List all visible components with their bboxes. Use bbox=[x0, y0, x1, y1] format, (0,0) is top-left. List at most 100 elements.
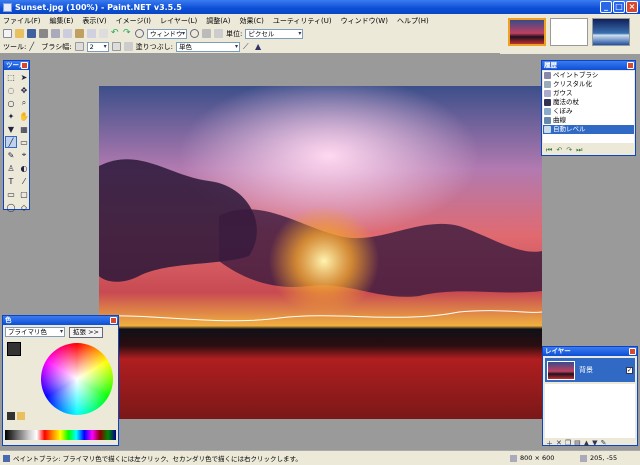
cursor-position: 205, -55 bbox=[590, 454, 618, 462]
rectangle-shape-icon[interactable]: ▭ bbox=[5, 188, 17, 200]
new-file-icon[interactable] bbox=[3, 29, 12, 38]
grid-icon[interactable] bbox=[202, 29, 211, 38]
canvas-image[interactable] bbox=[99, 86, 542, 419]
ruler-icon[interactable] bbox=[214, 29, 223, 38]
rectangle-select-icon[interactable]: ⬚ bbox=[5, 71, 17, 83]
brush-width-select[interactable]: 2 bbox=[86, 41, 109, 52]
thumbnail-ocean[interactable] bbox=[592, 18, 630, 46]
zoom-tool-icon[interactable]: ⌕ bbox=[18, 97, 30, 109]
move-selected-icon[interactable]: ✥ bbox=[18, 84, 30, 96]
ellipse-select-icon[interactable]: ○ bbox=[5, 97, 17, 109]
eraser-icon[interactable]: ▭ bbox=[18, 136, 30, 148]
line-curve-icon[interactable]: ⁄ bbox=[18, 175, 30, 187]
duplicate-layer-icon[interactable]: ❐ bbox=[565, 439, 571, 449]
rounded-rect-icon[interactable]: ▢ bbox=[18, 188, 30, 200]
history-item[interactable]: 魔法の杖 bbox=[543, 98, 634, 107]
fill-select[interactable]: 単色 bbox=[176, 41, 241, 52]
history-item-selected[interactable]: 自動レベル bbox=[543, 125, 634, 134]
palette-menu-icon[interactable] bbox=[17, 412, 25, 420]
history-item[interactable]: ガウス bbox=[543, 89, 634, 98]
color-mode-select[interactable]: プライマリ色 bbox=[5, 327, 65, 337]
color-palette-strip[interactable] bbox=[5, 430, 116, 440]
gradient-icon[interactable]: ▦ bbox=[18, 123, 30, 135]
pan-tool-icon[interactable]: ✋ bbox=[18, 110, 30, 122]
antialiasing-icon[interactable]: ⟋ bbox=[243, 42, 252, 51]
print-icon[interactable] bbox=[39, 29, 48, 38]
thumbnail-sunset[interactable] bbox=[508, 18, 546, 46]
maximize-button[interactable]: □ bbox=[613, 1, 625, 13]
merge-layer-icon[interactable]: ▤ bbox=[574, 439, 581, 449]
clone-stamp-icon[interactable]: ♙ bbox=[5, 162, 17, 174]
tools-close-icon[interactable] bbox=[21, 62, 28, 69]
layer-name: 背景 bbox=[579, 366, 593, 374]
menu-edit[interactable]: 編集(E) bbox=[50, 16, 74, 26]
history-list: ペイントブラシ クリスタル化 ガウス 魔法の杖 くぼみ 曲線 自動レベル bbox=[543, 71, 634, 143]
text-tool-icon[interactable]: T bbox=[5, 175, 17, 187]
menu-effects[interactable]: 効果(C) bbox=[239, 16, 263, 26]
layer-row-background[interactable]: 背景 ✓ bbox=[545, 358, 635, 382]
paint-bucket-icon[interactable]: ▼ bbox=[5, 123, 17, 135]
increase-icon[interactable] bbox=[111, 42, 121, 51]
recolor-icon[interactable]: ◐ bbox=[18, 162, 30, 174]
move-selection-icon[interactable]: ➤ bbox=[18, 71, 30, 83]
fast-forward-icon[interactable]: ⏭ bbox=[576, 146, 582, 155]
pencil-icon[interactable]: ✎ bbox=[5, 149, 17, 161]
primary-color-swatch[interactable] bbox=[7, 342, 21, 356]
history-item[interactable]: クリスタル化 bbox=[543, 80, 634, 89]
expand-button[interactable]: 拡張 >> bbox=[69, 327, 103, 338]
move-layer-up-icon[interactable]: ▲ bbox=[584, 439, 589, 449]
rewind-icon[interactable]: ⏮ bbox=[546, 146, 552, 155]
history-close-icon[interactable] bbox=[627, 62, 634, 69]
history-item[interactable]: 曲線 bbox=[543, 116, 634, 125]
color-picker-icon[interactable]: ⌖ bbox=[18, 149, 30, 161]
menu-layers[interactable]: レイヤー(L) bbox=[160, 16, 197, 26]
menu-help[interactable]: ヘルプ(H) bbox=[397, 16, 429, 26]
zoom-in-icon[interactable] bbox=[190, 29, 199, 38]
colors-panel-title: 色 bbox=[5, 316, 12, 324]
move-layer-down-icon[interactable]: ▼ bbox=[592, 439, 597, 449]
menu-window[interactable]: ウィンドウ(W) bbox=[341, 16, 388, 26]
minimize-button[interactable]: _ bbox=[600, 1, 612, 13]
history-item[interactable]: くぼみ bbox=[543, 107, 634, 116]
layer-visible-checkbox[interactable]: ✓ bbox=[626, 366, 633, 374]
open-folder-icon[interactable] bbox=[15, 29, 24, 38]
color-wheel[interactable] bbox=[41, 343, 113, 415]
menu-utilities[interactable]: ユーティリティ(U) bbox=[273, 16, 332, 26]
copy-icon[interactable] bbox=[63, 29, 72, 38]
ellipse-shape-icon[interactable]: ◯ bbox=[5, 201, 17, 213]
cut-icon[interactable] bbox=[51, 29, 60, 38]
undo-history-icon[interactable]: ↶ bbox=[556, 146, 562, 155]
redo-history-icon[interactable]: ↷ bbox=[566, 146, 572, 155]
menu-file[interactable]: ファイル(F) bbox=[3, 16, 41, 26]
layers-close-icon[interactable] bbox=[629, 348, 636, 355]
crop-icon[interactable] bbox=[87, 29, 96, 38]
add-layer-icon[interactable]: ＋ bbox=[546, 439, 553, 449]
paintbrush-icon[interactable]: ╱ bbox=[29, 42, 38, 51]
history-item[interactable]: ペイントブラシ bbox=[543, 71, 634, 80]
decrease-icon[interactable] bbox=[74, 42, 84, 51]
menu-image[interactable]: イメージ(I) bbox=[116, 16, 151, 26]
paintbrush-tool-icon[interactable]: ╱ bbox=[5, 136, 17, 148]
delete-layer-icon[interactable]: ✕ bbox=[556, 439, 562, 449]
menu-adjustments[interactable]: 調整(A) bbox=[206, 16, 230, 26]
close-button[interactable]: × bbox=[626, 1, 638, 13]
blend-mode-icon[interactable]: ▲ bbox=[255, 42, 264, 51]
redo-icon[interactable]: ↷ bbox=[123, 29, 132, 38]
tool-label: ツール: bbox=[3, 42, 27, 51]
paste-icon[interactable] bbox=[75, 29, 84, 38]
layer-properties-icon[interactable]: ✎ bbox=[601, 439, 607, 449]
menu-view[interactable]: 表示(V) bbox=[82, 16, 106, 26]
deselect-icon[interactable] bbox=[99, 29, 108, 38]
unit-select[interactable]: ピクセル bbox=[245, 28, 304, 39]
thumbnail-blank[interactable] bbox=[550, 18, 588, 46]
save-icon[interactable] bbox=[27, 29, 36, 38]
colors-close-icon[interactable] bbox=[110, 317, 117, 324]
zoom-icon[interactable] bbox=[135, 29, 144, 38]
swap-colors-icon[interactable] bbox=[7, 412, 15, 420]
antialias-icon[interactable] bbox=[123, 42, 133, 51]
lasso-select-icon[interactable]: ◌ bbox=[5, 84, 17, 96]
window-select[interactable]: ウィンドウ bbox=[147, 28, 187, 39]
magic-wand-icon[interactable]: ✦ bbox=[5, 110, 17, 122]
freeform-shape-icon[interactable]: ◇ bbox=[18, 201, 30, 213]
undo-icon[interactable]: ↶ bbox=[111, 29, 120, 38]
